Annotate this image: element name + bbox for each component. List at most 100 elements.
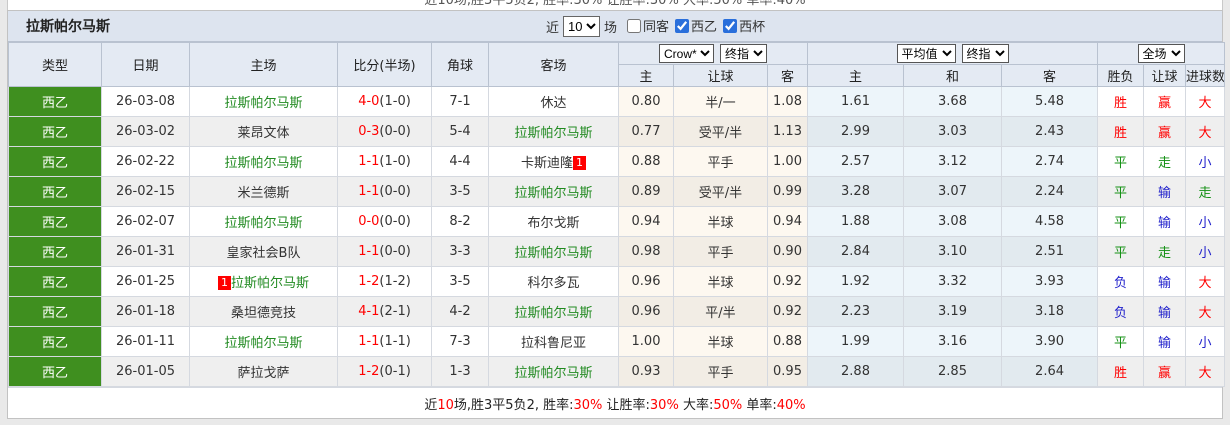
result-goals-cell: 小 xyxy=(1185,326,1226,357)
score-cell: 1-2(0-1) xyxy=(337,356,432,387)
home-team-cell: 萨拉戈萨 xyxy=(189,356,338,387)
score-cell: 0-0(0-0) xyxy=(337,206,432,237)
result-goals-cell: 大 xyxy=(1185,266,1226,297)
result-handicap-cell: 赢 xyxy=(1143,86,1187,117)
col-header-home: 主场 xyxy=(189,42,338,87)
away-team-cell: 拉斯帕尔马斯 xyxy=(488,356,619,387)
score-cell: 1-1(0-0) xyxy=(337,236,432,267)
score-fulltime: 1-2 xyxy=(358,274,380,289)
result-goals-cell: 大 xyxy=(1185,296,1226,327)
score-cell: 1-1(0-0) xyxy=(337,176,432,207)
corners-cell: 4-2 xyxy=(431,296,489,327)
result-wdl-cell: 胜 xyxy=(1097,86,1145,117)
score-halftime: (0-0) xyxy=(379,244,411,259)
table-row: 西乙 26-01-11 拉斯帕尔马斯 1-1(1-1) 7-3 拉科鲁尼亚 1.… xyxy=(8,326,1226,357)
col-header-away: 客场 xyxy=(488,42,619,87)
corners-cell: 8-2 xyxy=(431,206,489,237)
avg-home-cell: 1.99 xyxy=(807,326,905,357)
score-cell: 4-1(2-1) xyxy=(337,296,432,327)
checkbox-input[interactable] xyxy=(675,18,690,33)
scope-select[interactable]: 全场 xyxy=(1137,44,1185,63)
result-handicap-cell: 走 xyxy=(1143,236,1187,267)
avg-home-cell: 2.99 xyxy=(807,116,905,147)
avg-away-cell: 5.48 xyxy=(1001,86,1099,117)
team-name: 拉斯帕尔马斯 xyxy=(514,366,593,381)
table-row: 西乙 26-01-31 皇家社会B队 1-1(0-0) 3-3 拉斯帕尔马斯 0… xyxy=(8,236,1226,267)
score-cell: 1-1(1-0) xyxy=(337,146,432,177)
team-name: 休达 xyxy=(540,96,567,111)
odds-handicap-cell: 半球 xyxy=(673,206,768,237)
score-fulltime: 1-1 xyxy=(358,184,380,199)
avg-type-select[interactable]: 平均值 xyxy=(896,44,956,63)
odds-book-select[interactable]: Crow* xyxy=(659,44,714,63)
result-wdl-cell: 胜 xyxy=(1097,356,1145,387)
team-name: 拉斯帕尔马斯 xyxy=(514,126,593,141)
home-team-cell: 桑坦德竞技 xyxy=(189,296,338,327)
avg-final-select[interactable]: 终指 xyxy=(961,44,1009,63)
avg-home-cell: 2.88 xyxy=(807,356,905,387)
recent-games-select[interactable]: 10 xyxy=(563,16,601,37)
filters-slot: 同客 西乙 西杯 xyxy=(621,16,765,37)
red-card-badge: 1 xyxy=(217,276,231,290)
odds-handicap-cell: 平手 xyxy=(673,236,768,267)
summary-bar: 近10场,胜3平5负2, 胜率:30% 让胜率:30% 大率:50% 单率:40… xyxy=(8,387,1222,418)
filter-checkbox-西杯[interactable]: 西杯 xyxy=(723,16,765,35)
checkbox-input[interactable] xyxy=(627,18,642,33)
team-name: 拉斯帕尔马斯 xyxy=(230,276,309,291)
near-label: 近 xyxy=(546,21,560,36)
team-name: 拉斯帕尔马斯 xyxy=(224,96,303,111)
avg-away-cell: 2.43 xyxy=(1001,116,1099,147)
odds-home-cell: 0.96 xyxy=(618,266,674,297)
summary-segment: 单率: xyxy=(742,397,777,413)
league-cell: 西乙 xyxy=(8,296,102,327)
odds-home-cell: 1.00 xyxy=(618,326,674,357)
home-team-cell: 1 拉斯帕尔马斯 xyxy=(189,266,338,297)
odds-away-cell: 1.00 xyxy=(766,146,809,177)
team-name: 米兰德斯 xyxy=(237,186,290,201)
result-wdl-cell: 平 xyxy=(1097,206,1145,237)
summary-segment: 40% xyxy=(776,397,806,413)
avg-home-cell: 1.92 xyxy=(807,266,905,297)
table-row: 西乙 26-01-05 萨拉戈萨 1-2(0-1) 1-3 拉斯帕尔马斯 0.9… xyxy=(8,356,1226,387)
filter-checkbox-同客[interactable]: 同客 xyxy=(627,16,669,35)
date-cell: 26-01-25 xyxy=(101,266,190,297)
home-team-cell: 拉斯帕尔马斯 xyxy=(189,326,338,357)
avg-draw-cell: 3.10 xyxy=(903,236,1003,267)
odds-handicap-cell: 受平/半 xyxy=(673,116,768,147)
score-halftime: (0-0) xyxy=(379,124,411,139)
table-row: 西乙 26-02-15 米兰德斯 1-1(0-0) 3-5 拉斯帕尔马斯 0.8… xyxy=(8,176,1226,207)
away-team-cell: 科尔多瓦 xyxy=(488,266,619,297)
odds-handicap-cell: 平手 xyxy=(673,356,768,387)
avg-draw-cell: 3.19 xyxy=(903,296,1003,327)
result-goals-cell: 大 xyxy=(1185,356,1226,387)
result-handicap-cell: 赢 xyxy=(1143,116,1187,147)
summary-segment: 30% xyxy=(573,397,603,413)
col-header-score: 比分(半场) xyxy=(337,42,432,87)
score-cell: 4-0(1-0) xyxy=(337,86,432,117)
team-name: 拉斯帕尔马斯 xyxy=(224,216,303,231)
score-halftime: (1-2) xyxy=(379,274,411,289)
score-halftime: (0-0) xyxy=(379,184,411,199)
league-cell: 西乙 xyxy=(8,146,102,177)
result-handicap-cell: 赢 xyxy=(1143,356,1187,387)
score-fulltime: 4-1 xyxy=(358,304,380,319)
page-title: 拉斯帕尔马斯 xyxy=(26,19,110,35)
corners-cell: 3-5 xyxy=(431,176,489,207)
filter-checkbox-西乙[interactable]: 西乙 xyxy=(675,16,717,35)
avg-draw-cell: 3.12 xyxy=(903,146,1003,177)
odds-handicap-cell: 半球 xyxy=(673,266,768,297)
odds-away-cell: 0.94 xyxy=(766,206,809,237)
result-handicap-cell: 走 xyxy=(1143,146,1187,177)
summary-segment: 50% xyxy=(713,397,743,413)
checkbox-input[interactable] xyxy=(723,18,738,33)
table-row: 西乙 26-02-22 拉斯帕尔马斯 1-1(1-0) 4-4 卡斯迪隆 1 0.… xyxy=(8,146,1226,177)
home-team-cell: 皇家社会B队 xyxy=(189,236,338,267)
avg-away-cell: 3.90 xyxy=(1001,326,1099,357)
avg-home-cell: 2.23 xyxy=(807,296,905,327)
away-team-cell: 拉斯帕尔马斯 xyxy=(488,116,619,147)
col-header-odds-home: 主 xyxy=(618,64,674,87)
score-fulltime: 0-0 xyxy=(358,214,380,229)
team-name: 桑坦德竞技 xyxy=(230,306,296,321)
odds-final-select[interactable]: 终指 xyxy=(720,44,767,63)
score-fulltime: 1-1 xyxy=(358,334,380,349)
